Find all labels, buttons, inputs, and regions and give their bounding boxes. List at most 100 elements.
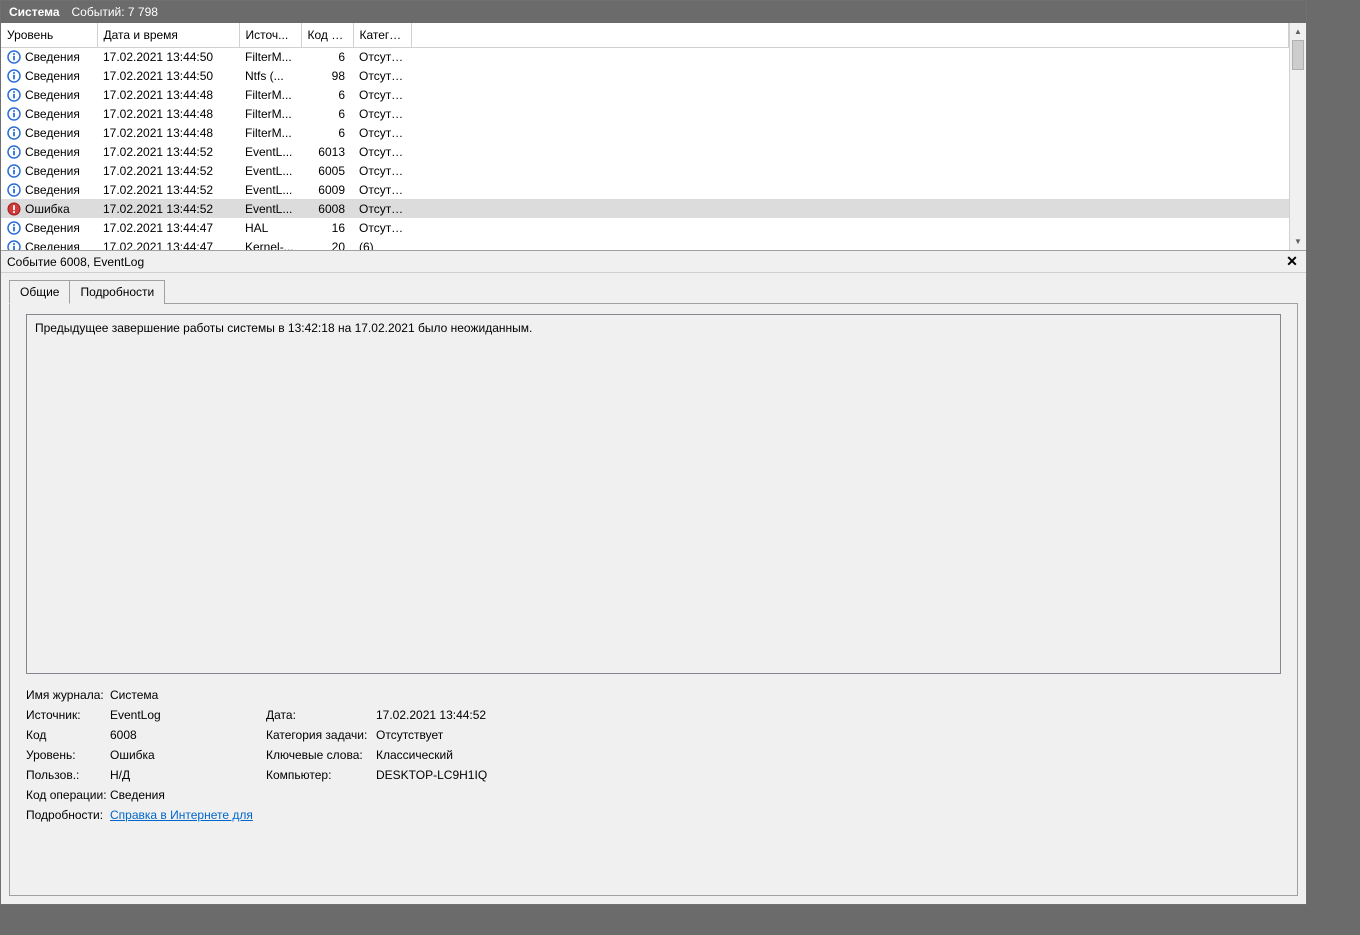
- event-grid: Уровень Дата и время Источ... Код со... …: [1, 23, 1289, 250]
- close-icon[interactable]: ✕: [1284, 254, 1300, 270]
- grid-scrollbar[interactable]: ▲ ▼: [1289, 23, 1306, 250]
- cell-filler: [411, 180, 1289, 199]
- col-level[interactable]: Уровень: [1, 23, 97, 47]
- col-category[interactable]: Катего...: [353, 23, 411, 47]
- scroll-down-icon[interactable]: ▼: [1290, 233, 1306, 250]
- cell-code: 6: [301, 85, 353, 104]
- value-logname: Система: [110, 688, 266, 702]
- cell-filler: [411, 218, 1289, 237]
- event-count: Событий: 7 798: [72, 5, 158, 19]
- scroll-up-icon[interactable]: ▲: [1290, 23, 1306, 40]
- info-icon: [7, 221, 21, 235]
- col-source[interactable]: Источ...: [239, 23, 301, 47]
- value-source: EventLog: [110, 708, 266, 722]
- grid-header-row: Уровень Дата и время Источ... Код со... …: [1, 23, 1289, 47]
- cell-filler: [411, 142, 1289, 161]
- cell-source: FilterM...: [239, 104, 301, 123]
- cell-level: Сведения: [1, 104, 97, 123]
- cell-category: Отсутс...: [353, 85, 411, 104]
- label-date: Дата:: [266, 708, 376, 722]
- table-row[interactable]: Сведения17.02.2021 13:44:47HAL16Отсутс..…: [1, 218, 1289, 237]
- value-date: 17.02.2021 13:44:52: [376, 708, 1287, 722]
- help-link[interactable]: Справка в Интернете для: [110, 808, 253, 822]
- prop-code-taskcat: Код 6008 Категория задачи: Отсутствует: [26, 728, 1287, 742]
- level-text: Сведения: [25, 221, 80, 235]
- cell-datetime: 17.02.2021 13:44:48: [97, 85, 239, 104]
- cell-filler: [411, 47, 1289, 66]
- label-opcode: Код операции:: [26, 788, 110, 802]
- level-text: Сведения: [25, 145, 80, 159]
- cell-category: Отсутс...: [353, 123, 411, 142]
- info-icon: [7, 50, 21, 64]
- value-taskcat: Отсутствует: [376, 728, 1287, 742]
- cell-datetime: 17.02.2021 13:44:50: [97, 66, 239, 85]
- info-icon: [7, 107, 21, 121]
- cell-datetime: 17.02.2021 13:44:52: [97, 199, 239, 218]
- table-row[interactable]: Сведения17.02.2021 13:44:50Ntfs (...98От…: [1, 66, 1289, 85]
- table-row[interactable]: Сведения17.02.2021 13:44:52EventL...6009…: [1, 180, 1289, 199]
- level-text: Сведения: [25, 50, 80, 64]
- cell-source: FilterM...: [239, 85, 301, 104]
- cell-level: Сведения: [1, 218, 97, 237]
- cell-level: Сведения: [1, 47, 97, 66]
- tab-details[interactable]: Подробности: [69, 280, 165, 304]
- level-text: Сведения: [25, 164, 80, 178]
- value-code: 6008: [110, 728, 266, 742]
- cell-level: Сведения: [1, 161, 97, 180]
- info-icon: [7, 240, 21, 251]
- cell-source: FilterM...: [239, 47, 301, 66]
- value-keywords: Классический: [376, 748, 1287, 762]
- level-text: Сведения: [25, 240, 80, 251]
- cell-source: Kernel-...: [239, 237, 301, 250]
- info-icon: [7, 69, 21, 83]
- cell-source: EventL...: [239, 161, 301, 180]
- cell-level: Сведения: [1, 180, 97, 199]
- cell-level: Сведения: [1, 66, 97, 85]
- cell-category: (6): [353, 237, 411, 250]
- table-row[interactable]: Сведения17.02.2021 13:44:52EventL...6013…: [1, 142, 1289, 161]
- prop-user-computer: Пользов.: Н/Д Компьютер: DESKTOP-LC9H1IQ: [26, 768, 1287, 782]
- col-code[interactable]: Код со...: [301, 23, 353, 47]
- cell-code: 16: [301, 218, 353, 237]
- cell-source: FilterM...: [239, 123, 301, 142]
- tab-general[interactable]: Общие: [9, 280, 70, 304]
- event-grid-container: Уровень Дата и время Источ... Код со... …: [1, 23, 1306, 251]
- cell-datetime: 17.02.2021 13:44:48: [97, 104, 239, 123]
- label-more: Подробности:: [26, 808, 110, 822]
- level-text: Сведения: [25, 126, 80, 140]
- value-user: Н/Д: [110, 768, 266, 782]
- table-row[interactable]: Сведения17.02.2021 13:44:50FilterM...6От…: [1, 47, 1289, 66]
- cell-datetime: 17.02.2021 13:44:47: [97, 218, 239, 237]
- cell-level: Ошибка: [1, 199, 97, 218]
- table-row[interactable]: Сведения17.02.2021 13:44:48FilterM...6От…: [1, 85, 1289, 104]
- col-datetime[interactable]: Дата и время: [97, 23, 239, 47]
- table-row[interactable]: Сведения17.02.2021 13:44:48FilterM...6От…: [1, 104, 1289, 123]
- label-code: Код: [26, 728, 110, 742]
- cell-datetime: 17.02.2021 13:44:52: [97, 161, 239, 180]
- info-icon: [7, 183, 21, 197]
- level-text: Сведения: [25, 183, 80, 197]
- event-grid-scroll[interactable]: Уровень Дата и время Источ... Код со... …: [1, 23, 1289, 250]
- app-title: Система: [9, 5, 60, 19]
- cell-source: EventL...: [239, 180, 301, 199]
- cell-category: Отсутс...: [353, 199, 411, 218]
- scroll-thumb[interactable]: [1292, 40, 1304, 70]
- table-row[interactable]: Сведения17.02.2021 13:44:52EventL...6005…: [1, 161, 1289, 180]
- cell-category: Отсутс...: [353, 104, 411, 123]
- label-user: Пользов.:: [26, 768, 110, 782]
- table-row[interactable]: Сведения17.02.2021 13:44:47Kernel-...20(…: [1, 237, 1289, 250]
- cell-category: Отсутс...: [353, 47, 411, 66]
- table-row[interactable]: Сведения17.02.2021 13:44:48FilterM...6От…: [1, 123, 1289, 142]
- table-row[interactable]: Ошибка17.02.2021 13:44:52EventL...6008От…: [1, 199, 1289, 218]
- cell-level: Сведения: [1, 237, 97, 250]
- details-pane: Событие 6008, EventLog ✕ Общие Подробнос…: [1, 251, 1306, 904]
- value-level: Ошибка: [110, 748, 266, 762]
- info-icon: [7, 126, 21, 140]
- scroll-track[interactable]: [1290, 40, 1306, 233]
- cell-source: EventL...: [239, 199, 301, 218]
- tab-row: Общие Подробности: [1, 273, 1306, 303]
- value-opcode: Сведения: [110, 788, 266, 802]
- cell-category: Отсутс...: [353, 161, 411, 180]
- tab-content-wrap: Предыдущее завершение работы системы в 1…: [1, 303, 1306, 904]
- cell-filler: [411, 199, 1289, 218]
